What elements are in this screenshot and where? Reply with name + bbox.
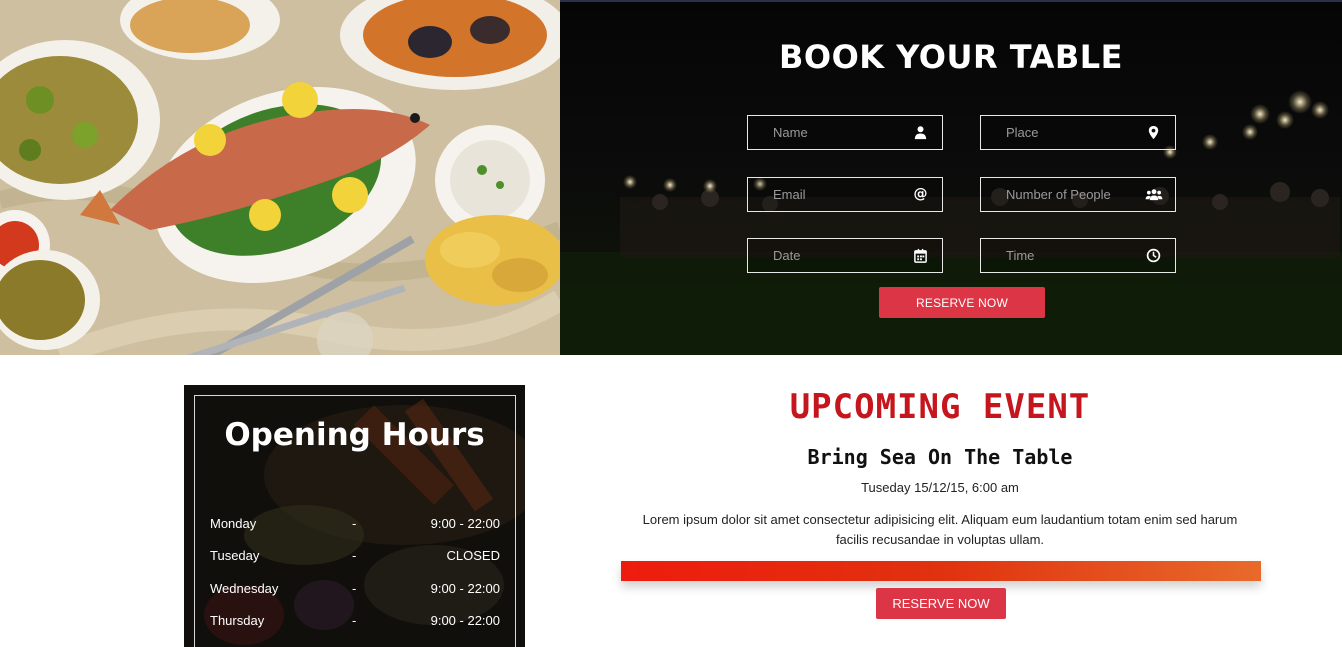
- name-field[interactable]: Name: [747, 115, 943, 150]
- hours-row-thursday: Thursday - 9:00 - 22:00: [210, 613, 500, 633]
- hours-time: 9:00 - 22:00: [430, 516, 500, 531]
- upcoming-event-section: UPCOMING EVENT Bring Sea On The Table Tu…: [600, 385, 1280, 647]
- hours-day: Wednesday: [210, 581, 279, 596]
- email-field-placeholder: Email: [773, 187, 806, 202]
- date-field[interactable]: Date: [747, 238, 943, 273]
- booking-section: BOOK YOUR TABLE Name Place Email @ Numbe…: [560, 0, 1342, 355]
- hours-separator: -: [352, 613, 357, 628]
- hours-time: CLOSED: [446, 548, 500, 563]
- food-photo: [0, 0, 560, 355]
- time-field[interactable]: Time: [980, 238, 1176, 273]
- users-icon: [1145, 189, 1163, 201]
- hours-day: Monday: [210, 516, 257, 531]
- hours-time: 9:00 - 22:00: [430, 581, 500, 596]
- hours-row-wednesday: Wednesday - 9:00 - 22:00: [210, 581, 500, 601]
- hours-separator: -: [352, 516, 357, 531]
- opening-hours-card: Opening Hours Monday - 9:00 - 22:00 Tuse…: [184, 385, 525, 647]
- hours-row-monday: Monday - 9:00 - 22:00: [210, 516, 500, 536]
- place-field[interactable]: Place: [980, 115, 1176, 150]
- calendar-icon: [914, 248, 927, 263]
- event-description: Lorem ipsum dolor sit amet consectetur a…: [642, 512, 1238, 547]
- at-icon: @: [913, 186, 928, 202]
- upcoming-event-title: UPCOMING EVENT: [789, 387, 1091, 427]
- name-field-placeholder: Name: [773, 125, 808, 140]
- event-date: Tuseday 15/12/15, 6:00 am: [861, 480, 1019, 495]
- user-icon: [914, 126, 927, 140]
- hours-time: 9:00 - 22:00: [430, 613, 500, 628]
- place-field-placeholder: Place: [1006, 125, 1039, 140]
- people-field-placeholder: Number of People: [1006, 187, 1111, 202]
- booking-title: BOOK YOUR TABLE: [779, 38, 1123, 76]
- map-pin-icon: [1148, 125, 1159, 140]
- event-name: Bring Sea On The Table: [807, 445, 1073, 469]
- event-reserve-now-button[interactable]: RESERVE NOW: [876, 588, 1006, 619]
- hours-row-tuesday: Tuseday - CLOSED: [210, 548, 500, 568]
- clock-icon: [1146, 248, 1161, 263]
- people-field[interactable]: Number of People: [980, 177, 1176, 212]
- date-field-placeholder: Date: [773, 248, 801, 263]
- time-field-placeholder: Time: [1006, 248, 1035, 263]
- hours-separator: -: [352, 548, 357, 563]
- email-field[interactable]: Email @: [747, 177, 943, 212]
- event-divider-bar: [621, 561, 1261, 581]
- reserve-now-button[interactable]: RESERVE NOW: [879, 287, 1045, 318]
- opening-hours-title: Opening Hours: [224, 417, 485, 453]
- hours-day: Thursday: [210, 613, 265, 628]
- hours-separator: -: [352, 581, 357, 596]
- hours-day: Tuseday: [210, 548, 260, 563]
